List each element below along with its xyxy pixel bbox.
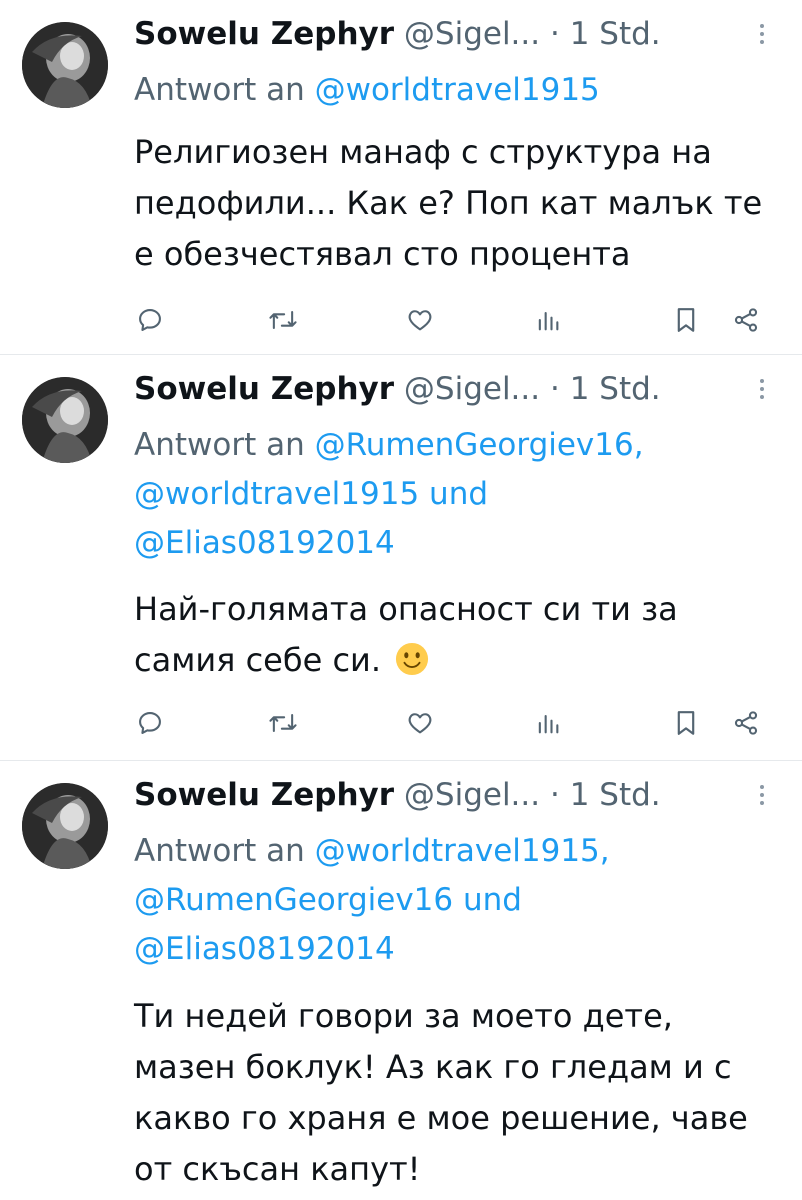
views-icon[interactable]: [534, 302, 562, 338]
author-handle[interactable]: @Sigel...: [404, 16, 540, 52]
avatar-image: [22, 783, 108, 869]
avatar[interactable]: [22, 22, 108, 108]
mention-link[interactable]: @Elias08192014: [134, 931, 395, 967]
avatar-image: [22, 22, 108, 108]
timestamp[interactable]: · 1 Std.: [550, 777, 661, 813]
author-name[interactable]: Sowelu Zephyr: [134, 777, 394, 813]
bookmark-icon[interactable]: [672, 705, 700, 741]
more-icon[interactable]: [752, 773, 772, 817]
author-name[interactable]: Sowelu Zephyr: [134, 371, 394, 407]
action-bar: [134, 705, 774, 741]
mention-link[interactable]: @RumenGeorgiev16,: [315, 427, 644, 463]
more-icon[interactable]: [752, 367, 772, 411]
timestamp[interactable]: · 1 Std.: [550, 16, 661, 52]
tweet[interactable]: Sowelu Zephyr @Sigel... · 1 Std. Antwort…: [0, 761, 802, 1200]
tweet[interactable]: Sowelu Zephyr @Sigel... · 1 Std. Antwort…: [0, 0, 802, 354]
reply-prefix: Antwort an: [134, 427, 305, 463]
author-handle[interactable]: @Sigel...: [404, 371, 540, 407]
mention-link[interactable]: @worldtravel1915: [134, 476, 419, 512]
reply-icon[interactable]: [134, 302, 166, 338]
like-icon[interactable]: [404, 705, 436, 741]
reply-joiner: und: [429, 476, 489, 512]
mention-link[interactable]: @worldtravel1915,: [315, 833, 610, 869]
tweet[interactable]: Sowelu Zephyr @Sigel... · 1 Std. Antwort…: [0, 355, 802, 760]
reply-joiner: und: [463, 882, 522, 918]
more-icon[interactable]: [752, 12, 772, 56]
action-bar: [134, 302, 774, 338]
author-handle[interactable]: @Sigel...: [404, 777, 540, 813]
retweet-icon[interactable]: [264, 302, 302, 338]
mention-link[interactable]: @Elias08192014: [134, 525, 395, 561]
share-icon[interactable]: [730, 302, 762, 338]
like-icon[interactable]: [404, 302, 436, 338]
reply-prefix: Antwort an: [134, 833, 305, 869]
avatar-image: [22, 377, 108, 463]
author-name[interactable]: Sowelu Zephyr: [134, 16, 394, 52]
timestamp[interactable]: · 1 Std.: [550, 371, 661, 407]
reply-prefix: Antwort an: [134, 72, 305, 108]
retweet-icon[interactable]: [264, 705, 302, 741]
views-icon[interactable]: [534, 705, 562, 741]
avatar[interactable]: [22, 377, 108, 463]
share-icon[interactable]: [730, 705, 762, 741]
reply-context: Antwort an @worldtravel1915: [134, 66, 782, 115]
tweet-text: Най-голямата опасност си ти за самия себ…: [134, 584, 772, 686]
mention-link[interactable]: @worldtravel1915: [315, 72, 600, 108]
reply-context: Antwort an @worldtravel1915, @RumenGeorg…: [134, 827, 782, 974]
tweet-text: Религиозен манаф с структура на педофили…: [134, 133, 763, 273]
bookmark-icon[interactable]: [672, 302, 700, 338]
mention-link[interactable]: @RumenGeorgiev16: [134, 882, 453, 918]
avatar[interactable]: [22, 783, 108, 869]
reply-context: Antwort an @RumenGeorgiev16, @worldtrave…: [134, 421, 782, 568]
slightly-smiling-face-icon: [396, 642, 429, 676]
tweet-text: Ти недей говори за моето дете, мазен бок…: [134, 997, 748, 1188]
reply-icon[interactable]: [134, 705, 166, 741]
